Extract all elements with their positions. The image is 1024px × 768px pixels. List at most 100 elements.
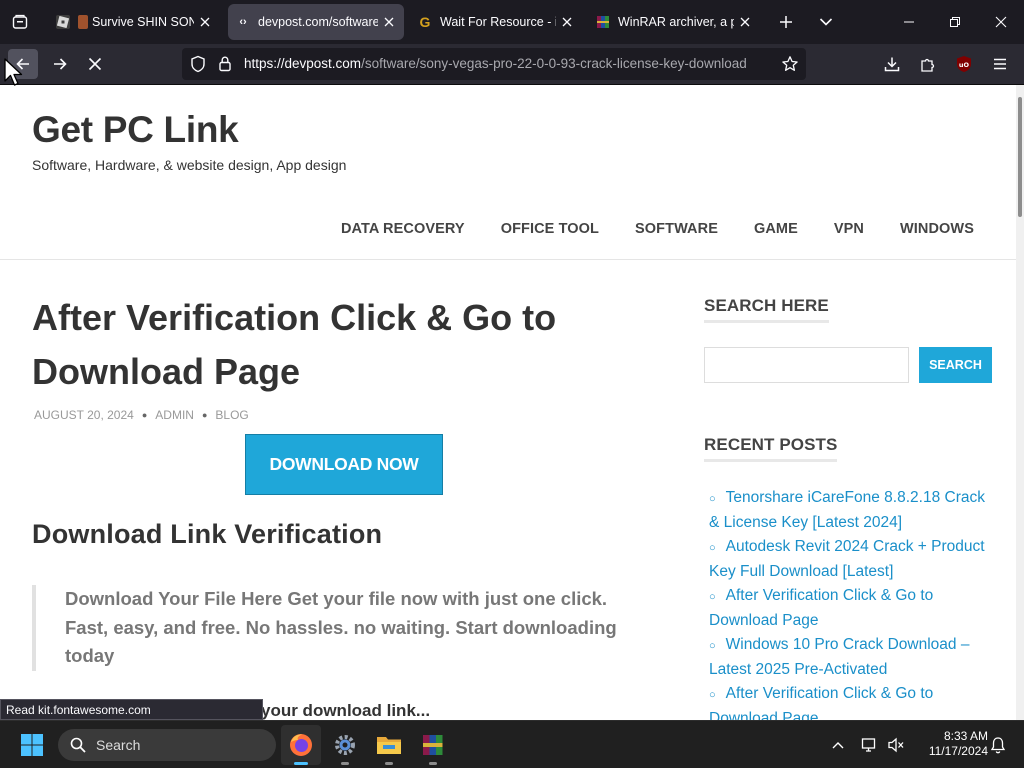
circle-bullet-icon: ○: [709, 689, 716, 701]
clock-date: 11/17/2024: [928, 744, 988, 758]
search-heading-text: SEARCH HERE: [704, 296, 829, 315]
recent-post-link[interactable]: Autodesk Revit 2024 Crack + Product Key …: [709, 538, 985, 580]
list-item[interactable]: ○ Windows 10 Pro Crack Download – Latest …: [709, 633, 989, 682]
file-explorer-folder-icon[interactable]: [369, 725, 409, 765]
header-divider: [0, 259, 1016, 260]
browser-navigation-bar: https://devpost.com/software/sony-vegas-…: [0, 44, 1024, 85]
search-input[interactable]: [704, 347, 909, 383]
web-page-content: Get PC Link Software, Hardware, & websit…: [0, 85, 1016, 720]
url-path: /software/sony-vegas-pro-22-0-0-93-crack…: [361, 56, 747, 71]
post-title: After Verification Click & Go to Downloa…: [32, 297, 557, 392]
list-item[interactable]: ○ Autodesk Revit 2024 Crack + Product Key…: [709, 535, 989, 584]
show-hidden-icons-chevron-up-icon[interactable]: [826, 733, 850, 757]
nav-item-windows[interactable]: WINDOWS: [900, 221, 974, 237]
close-tab-icon[interactable]: [382, 15, 396, 29]
recent-posts-heading-text: RECENT POSTS: [704, 435, 838, 454]
heading-underline: [704, 459, 838, 462]
game-thumbnail-icon: [78, 15, 88, 29]
nav-item-vpn[interactable]: VPN: [834, 221, 864, 237]
winrar-taskbar-icon[interactable]: [413, 725, 453, 765]
taskbar-search-box[interactable]: Search: [58, 729, 276, 761]
tab-title: devpost.com/software/: [258, 15, 378, 29]
download-now-button[interactable]: DOWNLOAD NOW: [245, 434, 443, 495]
nav-item-software[interactable]: SOFTWARE: [635, 221, 718, 237]
lock-icon[interactable]: [218, 55, 232, 77]
bookmark-star-icon[interactable]: [781, 55, 799, 78]
heading-underline: [704, 320, 829, 323]
minimize-window-icon[interactable]: [895, 8, 923, 36]
recent-post-link[interactable]: After Verification Click & Go to Downloa…: [709, 587, 933, 629]
url-text[interactable]: https://devpost.com/software/sony-vegas-…: [244, 56, 774, 71]
roblox-favicon-icon: [56, 15, 70, 29]
volume-muted-icon[interactable]: [884, 733, 908, 757]
browser-status-bar: Read kit.fontawesome.com: [0, 699, 263, 720]
search-icon: [70, 737, 86, 753]
close-window-icon[interactable]: [987, 8, 1015, 36]
recent-post-link[interactable]: After Verification Click & Go to Downloa…: [709, 685, 933, 720]
clock-time: 8:33 AM: [943, 729, 988, 743]
post-author[interactable]: ADMIN: [155, 408, 194, 422]
search-button[interactable]: SEARCH: [919, 347, 992, 383]
windows-taskbar: Search 8:33 AM 11/17/2024: [0, 720, 1024, 768]
running-app-indicator: [385, 762, 393, 765]
firefox-taskbar-icon[interactable]: [281, 725, 321, 765]
running-app-indicator: [429, 762, 437, 765]
tab-title: Survive SHIN SONIC: [92, 15, 194, 29]
svg-text:uO: uO: [959, 61, 970, 69]
close-tab-icon[interactable]: [198, 15, 212, 29]
active-app-indicator: [294, 762, 308, 765]
close-tab-icon[interactable]: [560, 15, 574, 29]
list-item[interactable]: ○ After Verification Click & Go to Downlo…: [709, 584, 989, 633]
nav-item-data-recovery[interactable]: DATA RECOVERY: [341, 221, 465, 237]
network-icon[interactable]: [858, 733, 882, 757]
winrar-favicon-icon: [596, 15, 610, 29]
address-bar[interactable]: https://devpost.com/software/sony-vegas-…: [182, 48, 806, 80]
system-clock[interactable]: 8:33 AM 11/17/2024: [912, 729, 988, 759]
nav-item-office-tool[interactable]: OFFICE TOOL: [501, 221, 599, 237]
notification-bell-icon[interactable]: [986, 733, 1010, 757]
nav-item-game[interactable]: GAME: [754, 221, 798, 237]
recent-post-link[interactable]: Tenorshare iCareFone 8.8.2.18 Crack & Li…: [709, 489, 985, 531]
browser-tab-bar: Survive SHIN SONIC ‹› devpost.com/softwa…: [0, 0, 1024, 44]
tab-title: Wait For Resource - iGe: [440, 15, 556, 29]
partial-text: your download link...: [261, 701, 431, 720]
circle-bullet-icon: ○: [709, 591, 716, 603]
post-date[interactable]: AUGUST 20, 2024: [34, 408, 134, 422]
stop-loading-icon[interactable]: [80, 49, 110, 79]
list-item[interactable]: ○ Tenorshare iCareFone 8.8.2.18 Crack & L…: [709, 486, 989, 535]
forward-arrow-icon[interactable]: [45, 49, 75, 79]
close-tab-icon[interactable]: [738, 15, 752, 29]
search-heading: SEARCH HERE: [704, 296, 829, 323]
browser-tab[interactable]: WinRAR archiver, a pow: [588, 4, 760, 40]
taskbar-search-label: Search: [96, 737, 141, 753]
meta-separator-dot: ●: [201, 410, 208, 420]
recent-post-link[interactable]: Windows 10 Pro Crack Download – Latest 2…: [709, 636, 969, 678]
circle-bullet-icon: ○: [709, 542, 716, 554]
settings-gear-taskbar-icon[interactable]: [325, 725, 365, 765]
downloads-icon[interactable]: [878, 50, 906, 78]
hamburger-menu-icon[interactable]: [986, 50, 1014, 78]
post-category[interactable]: BLOG: [215, 408, 248, 422]
restore-window-icon[interactable]: [941, 8, 969, 36]
browser-tab[interactable]: G Wait For Resource - iGe: [410, 4, 582, 40]
recent-posts-heading: RECENT POSTS: [704, 435, 838, 462]
circle-bullet-icon: ○: [709, 640, 716, 652]
browser-tab[interactable]: Survive SHIN SONIC: [48, 4, 220, 40]
ublock-origin-icon[interactable]: uO: [950, 50, 978, 78]
new-tab-plus-icon[interactable]: [772, 8, 800, 36]
tracking-protection-shield-icon[interactable]: [190, 55, 206, 78]
post-meta: AUGUST 20, 2024 ● ADMIN ● BLOG: [34, 408, 249, 422]
list-item[interactable]: ○ After Verification Click & Go to Downlo…: [709, 682, 989, 720]
windows-start-icon[interactable]: [12, 725, 52, 765]
extensions-puzzle-icon[interactable]: [914, 50, 942, 78]
running-app-indicator: [341, 762, 349, 765]
list-all-tabs-chevron-down-icon[interactable]: [812, 8, 840, 36]
browser-tab-active[interactable]: ‹› devpost.com/software/: [228, 4, 404, 40]
site-title[interactable]: Get PC Link: [32, 109, 239, 151]
site-tagline: Software, Hardware, & website design, Ap…: [32, 157, 347, 173]
tab-overview-icon[interactable]: [6, 8, 34, 36]
page-scrollbar[interactable]: [1016, 85, 1024, 720]
devpost-favicon-icon: ‹›: [239, 16, 247, 28]
main-navigation: DATA RECOVERY OFFICE TOOL SOFTWARE GAME …: [341, 221, 974, 237]
scrollbar-thumb[interactable]: [1018, 97, 1022, 217]
